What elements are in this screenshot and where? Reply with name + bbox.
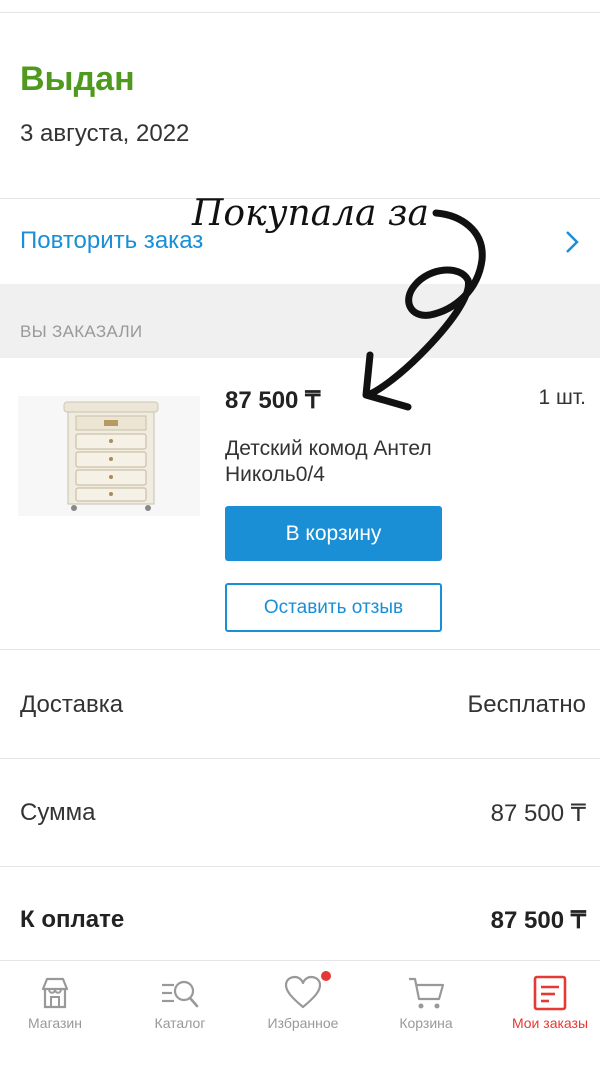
bottom-tab-bar: Магазин Каталог Избранное Корзина Мои за… [0, 960, 600, 1065]
sum-value: 87 500 ₸ [490, 800, 586, 827]
order-date: 3 августа, 2022 [20, 120, 190, 147]
delivery-row: Доставка Бесплатно [0, 651, 600, 759]
orders-icon [533, 975, 567, 1011]
product-price: 87 500 ₸ [225, 387, 321, 414]
tab-my-orders-label: Мои заказы [511, 1015, 589, 1031]
store-icon [41, 977, 69, 1009]
to-pay-row: К оплате 87 500 ₸ [0, 866, 600, 974]
dresser-picture [63, 401, 159, 511]
handwritten-arrow-icon [362, 209, 486, 411]
favorites-badge [321, 971, 331, 981]
sum-label: Сумма [20, 799, 96, 826]
tab-catalog-label: Каталог [154, 1015, 206, 1031]
product-image[interactable] [18, 396, 200, 516]
product-quantity: 1 шт. [538, 386, 587, 409]
add-to-cart-button[interactable]: В корзину [225, 506, 442, 561]
to-pay-value: 87 500 ₸ [490, 907, 586, 934]
leave-review-button[interactable]: Оставить отзыв [225, 583, 442, 632]
delivery-label: Доставка [20, 691, 124, 718]
repeat-order-label: Повторить заказ [20, 227, 204, 254]
tab-my-orders[interactable]: Мои заказы [490, 961, 600, 1041]
catalog-search-icon [162, 980, 199, 1008]
ordered-product: 87 500 ₸ 1 шт. Детский комод Антел Никол… [0, 358, 600, 650]
ordered-header-label: ВЫ ЗАКАЗАЛИ [20, 322, 143, 341]
order-status: Выдан [20, 60, 135, 98]
cart-icon [409, 977, 445, 1009]
ordered-section-header: ВЫ ЗАКАЗАЛИ [0, 284, 600, 358]
tab-favorites[interactable]: Избранное [243, 961, 363, 1041]
tab-catalog[interactable]: Каталог [120, 961, 240, 1041]
to-pay-label: К оплате [20, 906, 125, 933]
product-name[interactable]: Детский комод Антел Николь0/4 [225, 436, 515, 488]
delivery-value: Бесплатно [467, 691, 586, 718]
sum-row: Сумма 87 500 ₸ [0, 759, 600, 867]
tab-store[interactable]: Магазин [0, 961, 115, 1041]
tab-cart-label: Корзина [399, 1015, 453, 1031]
tab-favorites-label: Избранное [267, 1015, 339, 1031]
tab-cart[interactable]: Корзина [366, 961, 486, 1041]
chevron-right-icon [566, 231, 579, 253]
tab-store-label: Магазин [27, 1015, 82, 1031]
heart-icon [284, 975, 322, 1009]
top-divider [0, 12, 600, 13]
